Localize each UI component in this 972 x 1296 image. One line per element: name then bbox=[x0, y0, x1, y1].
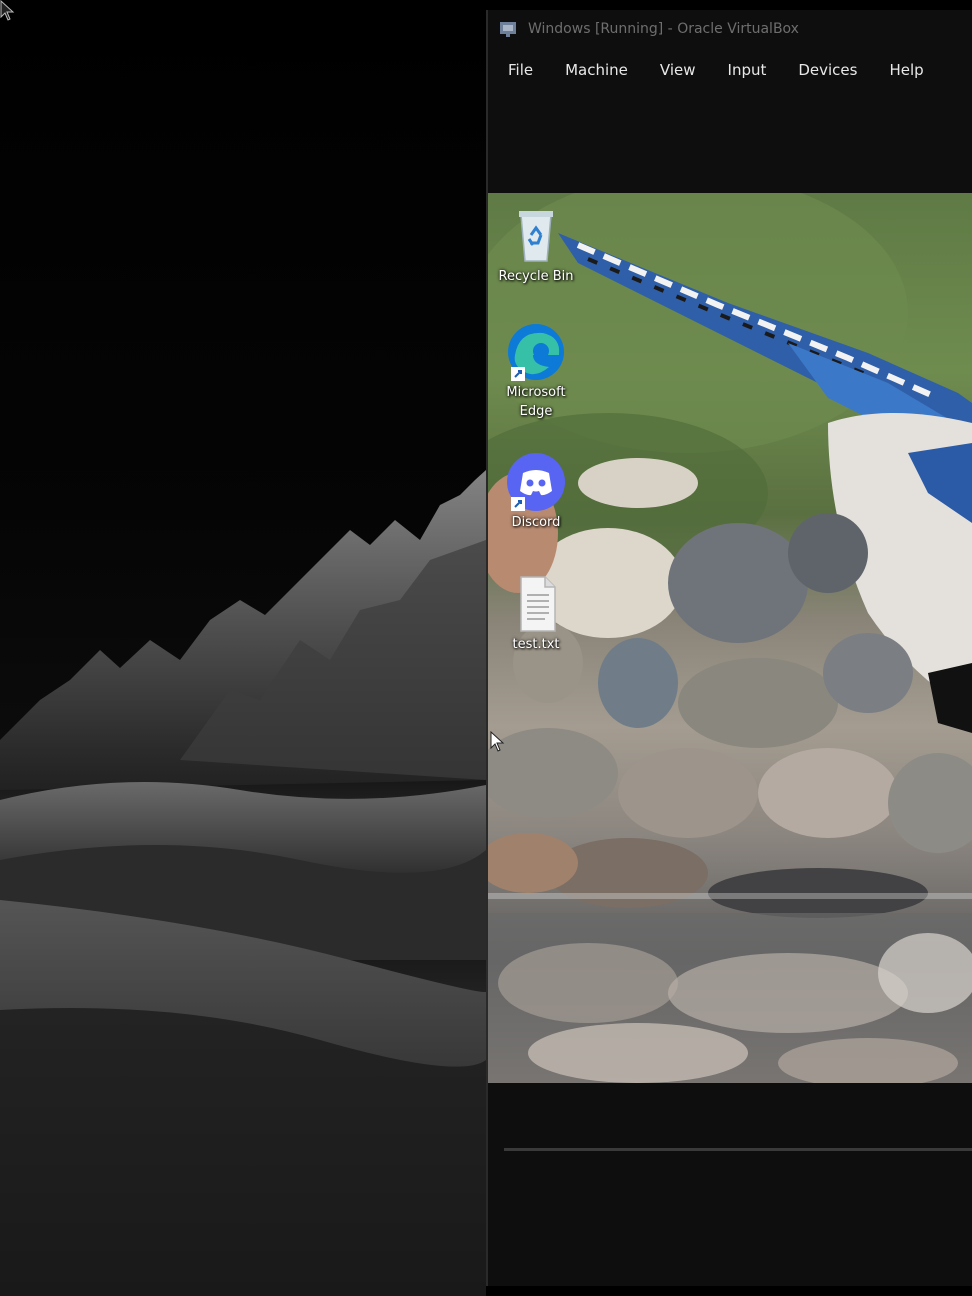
desktop-icon-label: test.txt bbox=[512, 637, 560, 652]
desktop-icon-test-txt[interactable]: test.txt bbox=[496, 573, 576, 654]
menu-help[interactable]: Help bbox=[877, 61, 943, 79]
host-desktop-wallpaper bbox=[0, 0, 486, 1296]
desktop-icon-discord[interactable]: Discord bbox=[496, 451, 576, 532]
guest-desktop[interactable]: Recycle Bin Microsoft Edge Discord test.… bbox=[488, 193, 972, 1083]
discord-icon bbox=[507, 453, 565, 511]
status-bar bbox=[504, 1148, 972, 1151]
virtualbox-window[interactable]: Windows [Running] - Oracle VirtualBox Fi… bbox=[486, 10, 972, 1286]
menu-input[interactable]: Input bbox=[716, 61, 787, 79]
mouse-cursor-icon bbox=[0, 0, 15, 21]
desktop-icon-recycle-bin[interactable]: Recycle Bin bbox=[496, 205, 576, 286]
text-file-icon bbox=[520, 576, 556, 632]
recycle-bin-icon bbox=[519, 211, 553, 262]
virtualbox-app-icon bbox=[500, 22, 516, 37]
menu-devices[interactable]: Devices bbox=[786, 61, 877, 79]
desktop-icon-label: Discord bbox=[511, 515, 561, 530]
menu-file[interactable]: File bbox=[496, 61, 553, 79]
guest-mouse-cursor-icon bbox=[490, 731, 505, 752]
desktop-icon-label: Microsoft Edge bbox=[506, 385, 566, 419]
edge-icon bbox=[508, 324, 564, 381]
menu-view[interactable]: View bbox=[648, 61, 716, 79]
mountain-desert-wallpaper bbox=[0, 470, 486, 1296]
title-bar[interactable]: Windows [Running] - Oracle VirtualBox bbox=[488, 10, 972, 48]
menu-machine[interactable]: Machine bbox=[553, 61, 648, 79]
window-title: Windows [Running] - Oracle VirtualBox bbox=[528, 21, 799, 37]
desktop-icon-microsoft-edge[interactable]: Microsoft Edge bbox=[496, 321, 576, 421]
menu-bar: File Machine View Input Devices Help bbox=[488, 48, 972, 92]
desktop-icon-label: Recycle Bin bbox=[498, 269, 574, 284]
